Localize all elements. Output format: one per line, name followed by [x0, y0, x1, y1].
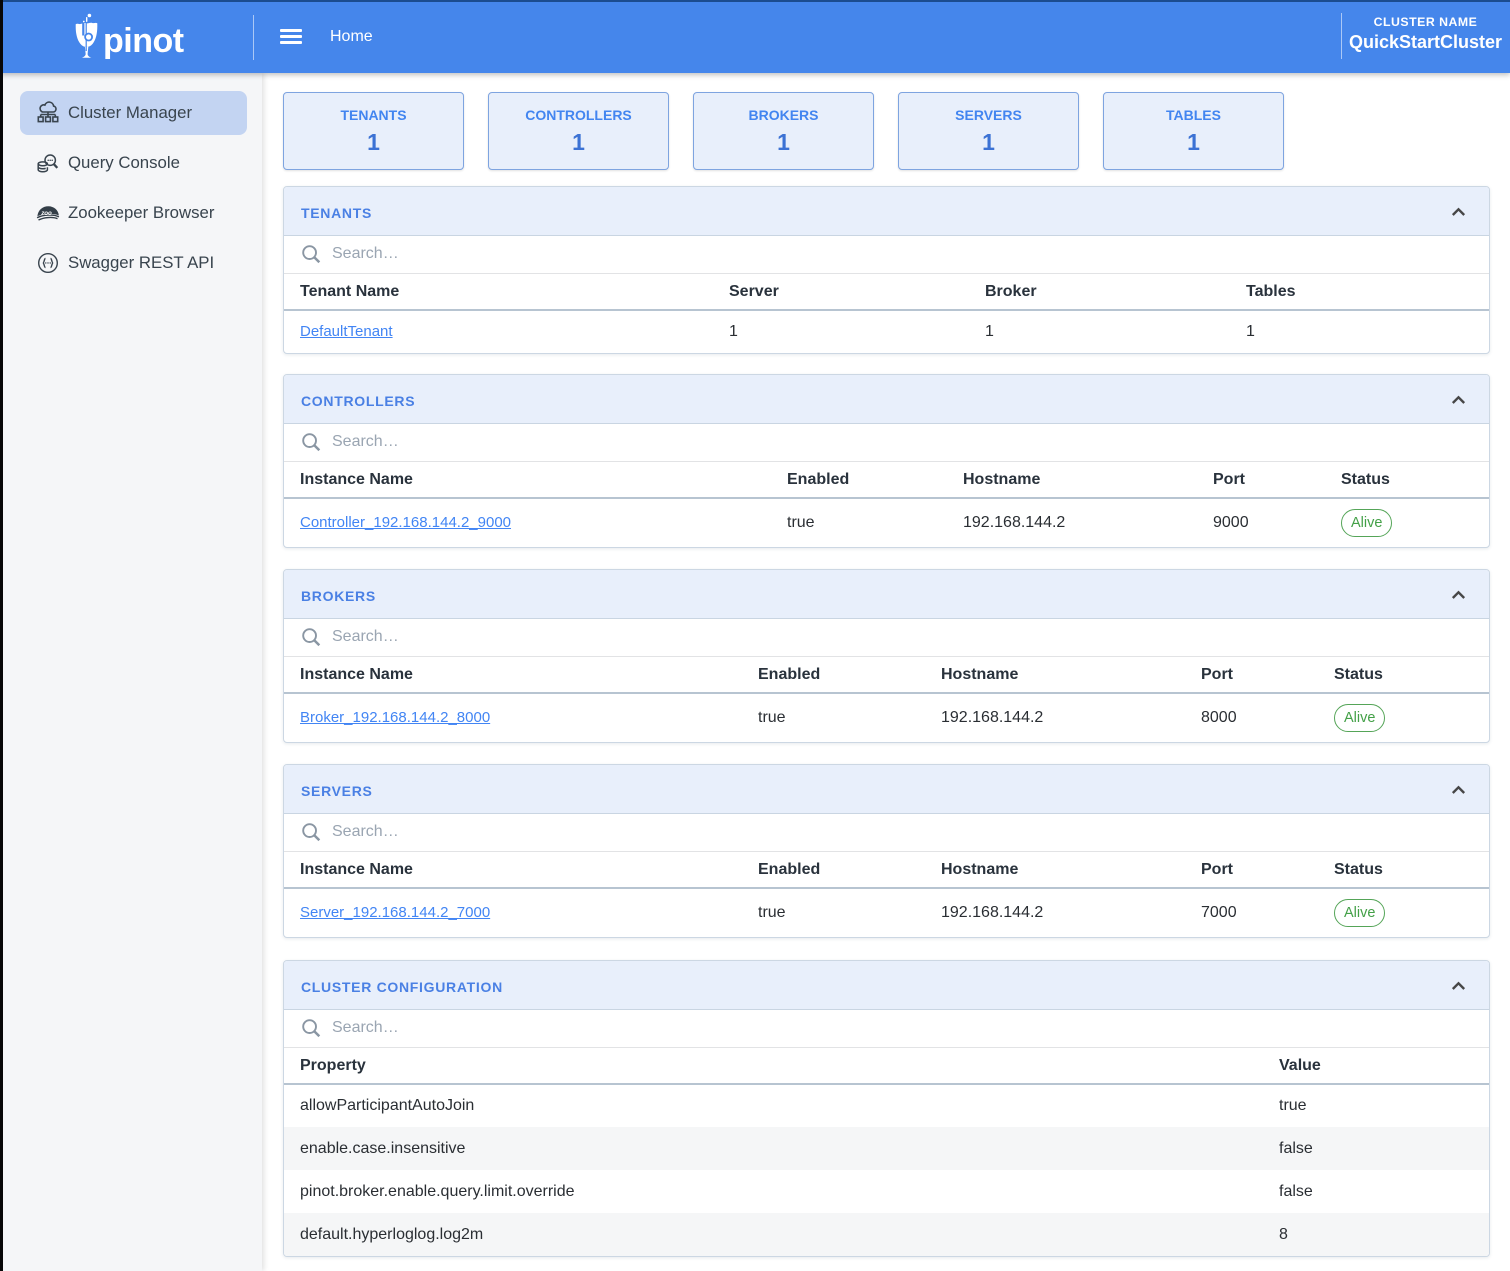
svg-text:pinot: pinot — [103, 22, 184, 60]
svg-text:zoo: zoo — [40, 210, 52, 217]
